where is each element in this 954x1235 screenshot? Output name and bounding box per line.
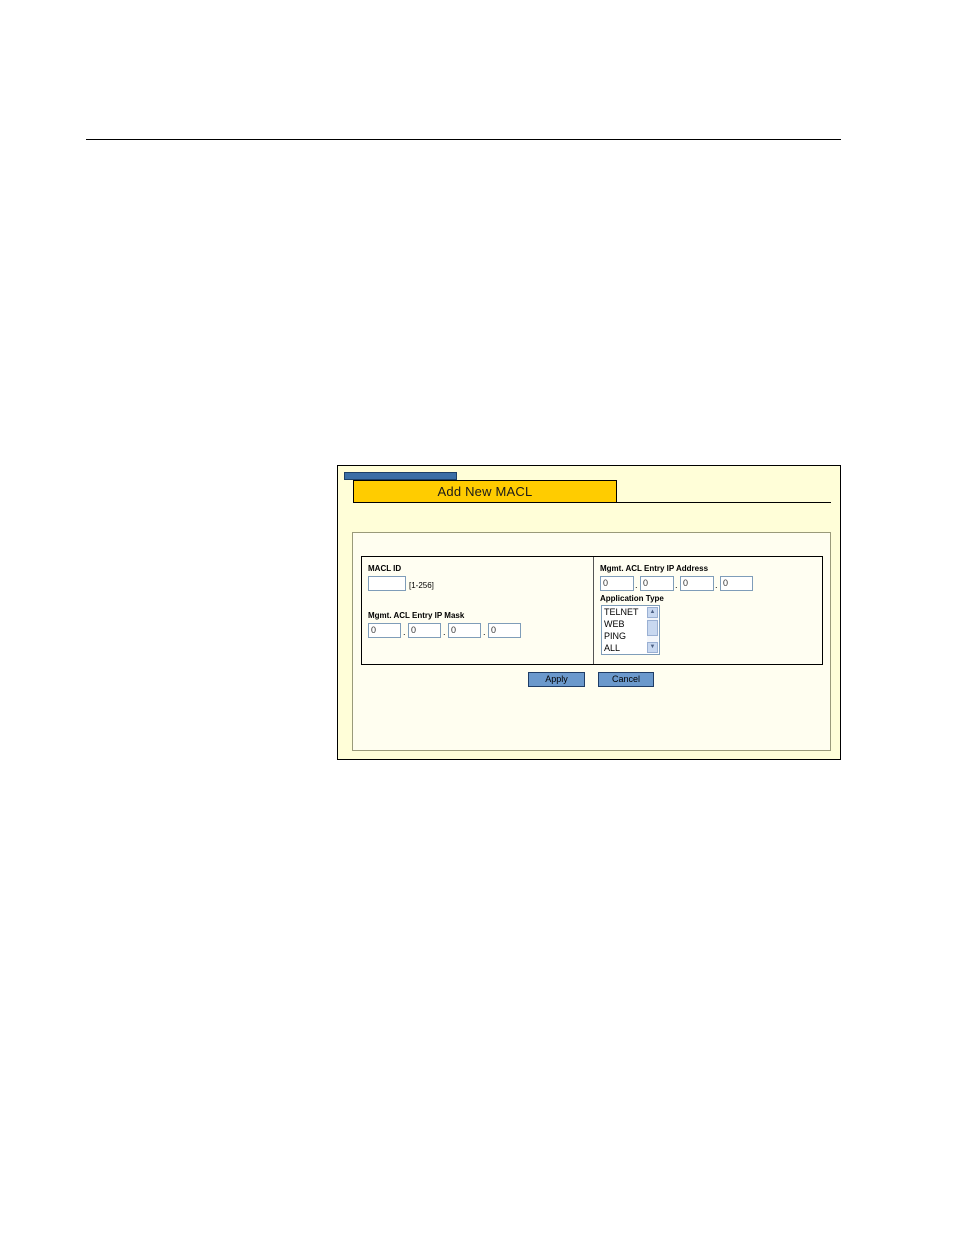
macl-id-range-hint: [1-256] bbox=[409, 581, 434, 590]
ip-address-octet-3[interactable]: 0 bbox=[680, 576, 714, 591]
ip-mask-octet-4[interactable]: 0 bbox=[488, 623, 521, 638]
application-option-telnet[interactable]: TELNET bbox=[604, 607, 639, 618]
ip-address-octet-4[interactable]: 0 bbox=[720, 576, 753, 591]
ip-mask-octet-1[interactable]: 0 bbox=[368, 623, 401, 638]
ip-mask-dot: . bbox=[443, 627, 446, 637]
scroll-down-arrow-icon[interactable]: ▼ bbox=[647, 642, 658, 653]
ip-address-dot: . bbox=[715, 580, 718, 590]
ip-mask-dot: . bbox=[403, 627, 406, 637]
tab-indicator bbox=[344, 472, 457, 480]
ip-mask-octet-2[interactable]: 0 bbox=[408, 623, 441, 638]
ip-address-octet-2[interactable]: 0 bbox=[640, 576, 674, 591]
add-macl-panel: Add New MACL MACL ID [1-256] Mgmt. ACL E… bbox=[337, 465, 841, 760]
application-option-web[interactable]: WEB bbox=[604, 619, 625, 630]
ip-address-octet-1[interactable]: 0 bbox=[600, 576, 634, 591]
form-table: MACL ID [1-256] Mgmt. ACL Entry IP Mask … bbox=[361, 556, 823, 665]
application-type-label: Application Type bbox=[600, 594, 664, 603]
page-top-rule bbox=[86, 139, 841, 140]
application-option-ping[interactable]: PING bbox=[604, 631, 626, 642]
macl-id-input[interactable] bbox=[368, 576, 406, 591]
listbox-scrollbar[interactable]: ▲ ▼ bbox=[647, 607, 658, 653]
ip-address-dot: . bbox=[635, 580, 638, 590]
application-type-listbox[interactable]: TELNET WEB PING ALL ▲ ▼ bbox=[601, 605, 660, 655]
ip-mask-label: Mgmt. ACL Entry IP Mask bbox=[368, 611, 465, 620]
scroll-up-arrow-icon[interactable]: ▲ bbox=[647, 607, 658, 618]
form-area: MACL ID [1-256] Mgmt. ACL Entry IP Mask … bbox=[352, 532, 831, 751]
column-divider bbox=[593, 557, 594, 664]
scrollbar-thumb[interactable] bbox=[647, 620, 658, 636]
macl-id-label: MACL ID bbox=[368, 564, 402, 573]
title-underline bbox=[353, 502, 831, 503]
panel-title: Add New MACL bbox=[353, 480, 617, 503]
ip-mask-dot: . bbox=[483, 627, 486, 637]
ip-address-dot: . bbox=[675, 580, 678, 590]
ip-mask-octet-3[interactable]: 0 bbox=[448, 623, 481, 638]
application-option-all[interactable]: ALL bbox=[604, 643, 620, 654]
cancel-button[interactable]: Cancel bbox=[598, 672, 654, 687]
apply-button[interactable]: Apply bbox=[528, 672, 585, 687]
ip-address-label: Mgmt. ACL Entry IP Address bbox=[600, 564, 709, 573]
